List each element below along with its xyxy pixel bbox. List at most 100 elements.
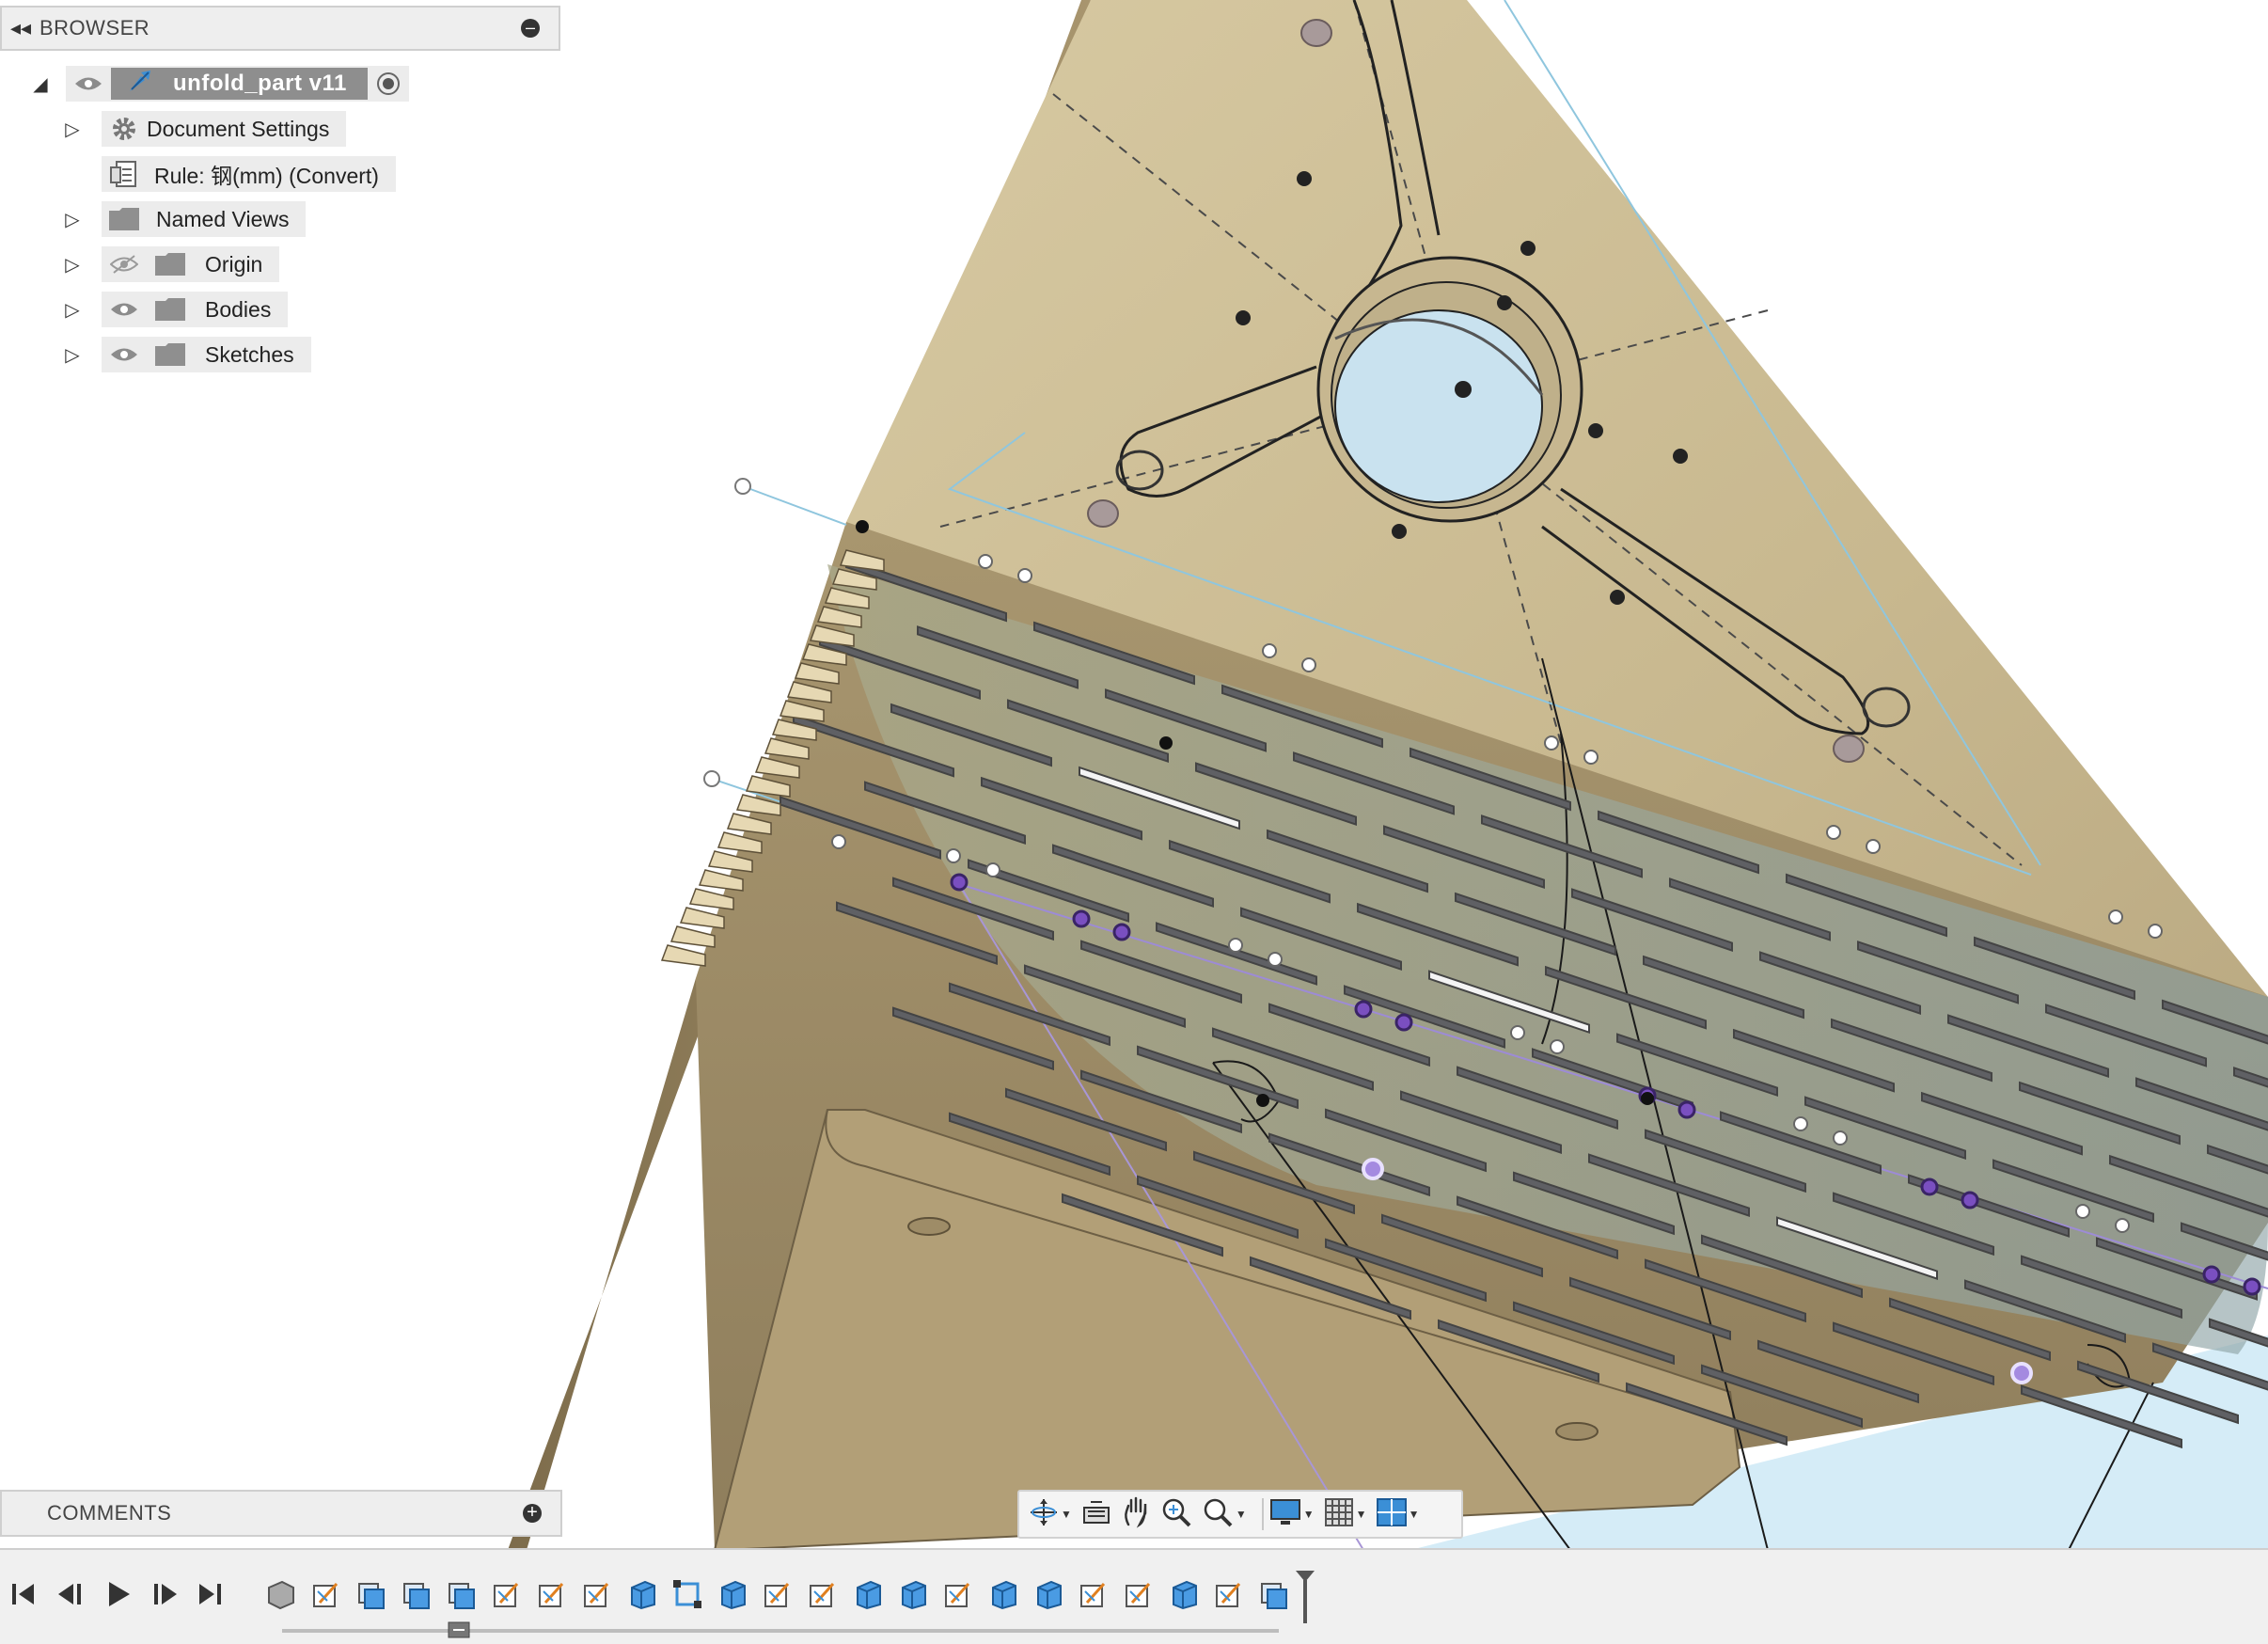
timeline-feature-sketch-icon[interactable] (1213, 1578, 1247, 1612)
go-to-end-icon[interactable] (197, 1580, 222, 1613)
sketch-point-constrained[interactable] (2202, 1265, 2221, 1284)
grid-settings-button[interactable]: ▼ (1324, 1495, 1367, 1533)
sketch-point[interactable] (1262, 643, 1277, 658)
sketch-point-fixed[interactable] (1641, 1092, 1654, 1105)
sketch-point-constrained[interactable] (1112, 923, 1131, 941)
sketch-point[interactable] (2148, 924, 2163, 939)
root-component-box[interactable]: unfold_part v11 (111, 68, 368, 100)
sketch-point[interactable] (1017, 568, 1032, 583)
tree-item-origin[interactable]: ▷ Origin (60, 246, 280, 282)
caret-right-icon[interactable]: ▷ (60, 343, 85, 367)
timeline-feature-sketch-icon[interactable] (1078, 1578, 1111, 1612)
tree-item-named-views[interactable]: ▷ Named Views (60, 201, 307, 237)
viewports-button[interactable]: ▼ (1376, 1495, 1419, 1533)
timeline-feature-rect-icon[interactable] (671, 1578, 705, 1612)
plus-circle-icon[interactable]: + (523, 1503, 542, 1523)
sketch-point[interactable] (1268, 952, 1283, 967)
timeline-feature-sketch-icon[interactable] (1123, 1578, 1157, 1612)
timeline-feature-sketch-icon[interactable] (581, 1578, 615, 1612)
look-at-button[interactable] (1081, 1495, 1111, 1533)
sketch-point[interactable] (1866, 839, 1881, 854)
sketch-point-constrained[interactable] (1920, 1178, 1939, 1196)
sketch-point[interactable] (1583, 750, 1599, 765)
timeline-feature-solid-icon[interactable] (1168, 1578, 1202, 1612)
sketch-point-fixed[interactable] (1256, 1094, 1269, 1107)
tree-item-bodies[interactable]: ▷ Bodies (60, 292, 289, 327)
sketch-point[interactable] (1301, 657, 1316, 672)
timeline-feature-sheet-icon[interactable] (401, 1578, 434, 1612)
sketch-point[interactable] (946, 848, 961, 863)
tree-item-document-settings[interactable]: ▷ Document Settings (60, 111, 347, 147)
eye-hidden-icon[interactable] (102, 254, 147, 275)
timeline-feature-sketch-icon[interactable] (942, 1578, 976, 1612)
timeline-feature-sketch-icon[interactable] (310, 1578, 344, 1612)
timeline-feature-solid-icon[interactable] (717, 1578, 750, 1612)
sketch-point-constrained[interactable] (2243, 1277, 2261, 1296)
timeline-feature-solid-icon[interactable] (626, 1578, 660, 1612)
timeline-feature-sheet-icon[interactable] (1258, 1578, 1292, 1612)
sketch-point-selected[interactable] (1362, 1158, 1384, 1180)
browser-header[interactable]: ◂◂ BROWSER – (0, 6, 560, 51)
sketch-point-constrained[interactable] (1072, 909, 1091, 928)
sketch-point[interactable] (2075, 1204, 2090, 1219)
timeline-feature-sketch-icon[interactable] (491, 1578, 525, 1612)
sketch-point[interactable] (831, 834, 846, 849)
sketch-point-fixed[interactable] (1159, 736, 1173, 750)
tree-root-row[interactable]: ◢ unfold_part v11 (28, 66, 409, 102)
caret-down-icon[interactable]: ◢ (28, 72, 53, 96)
sketch-point[interactable] (2115, 1218, 2130, 1233)
double-chevron-left-icon[interactable]: ◂◂ (2, 16, 39, 40)
pan-button[interactable] (1121, 1495, 1151, 1533)
sketch-point[interactable] (1550, 1039, 1565, 1054)
comments-panel[interactable]: COMMENTS + (0, 1490, 562, 1537)
timeline-feature-solid-icon[interactable] (1032, 1578, 1066, 1612)
sketch-point[interactable] (1793, 1116, 1808, 1131)
zoom-window-button[interactable]: ▼ (1202, 1495, 1247, 1533)
timeline-feature-sketch-icon[interactable] (762, 1578, 795, 1612)
eye-icon[interactable] (102, 301, 147, 318)
eye-icon[interactable] (102, 346, 147, 363)
zoom-icon (1160, 1496, 1192, 1533)
display-settings-button[interactable]: ▼ (1269, 1495, 1315, 1533)
sketch-point-constrained[interactable] (1677, 1100, 1696, 1119)
sketch-point[interactable] (1826, 825, 1841, 840)
play-icon[interactable] (105, 1580, 132, 1613)
caret-right-icon[interactable]: ▷ (60, 298, 85, 322)
orbit-button[interactable]: ▼ (1029, 1495, 1072, 1533)
sketch-point[interactable] (2108, 909, 2123, 925)
minus-circle-icon[interactable]: – (521, 19, 540, 38)
timeline-marker-icon[interactable] (1294, 1569, 1316, 1630)
sketch-point-fixed[interactable] (856, 520, 869, 533)
caret-right-icon[interactable]: ▷ (60, 253, 85, 277)
sketch-point-selected[interactable] (2010, 1362, 2033, 1384)
timeline-feature-sketch-icon[interactable] (536, 1578, 570, 1612)
caret-right-icon[interactable]: ▷ (60, 118, 85, 141)
sketch-point-constrained[interactable] (1961, 1191, 1979, 1209)
sketch-point[interactable] (985, 862, 1000, 877)
timeline-feature-solid-icon[interactable] (987, 1578, 1021, 1612)
tree-item-sketches[interactable]: ▷ Sketches (60, 337, 311, 372)
timeline-feature-solid-icon[interactable] (852, 1578, 886, 1612)
sketch-point-constrained[interactable] (950, 873, 969, 892)
sketch-point-constrained[interactable] (1354, 1000, 1373, 1019)
sketch-point[interactable] (1833, 1130, 1848, 1146)
timeline-scrubber[interactable] (448, 1621, 470, 1643)
go-to-start-icon[interactable] (11, 1580, 36, 1613)
active-component-radio[interactable] (376, 72, 400, 95)
zoom-button[interactable] (1160, 1495, 1192, 1533)
tree-item-rule[interactable]: Rule: 钢(mm) (Convert) (60, 156, 396, 192)
timeline-feature-sheet-icon[interactable] (446, 1578, 480, 1612)
sketch-point[interactable] (1510, 1025, 1525, 1040)
sketch-point-constrained[interactable] (1394, 1013, 1413, 1032)
caret-right-icon[interactable]: ▷ (60, 208, 85, 231)
timeline-feature-sketch-icon[interactable] (807, 1578, 841, 1612)
step-back-icon[interactable] (56, 1580, 85, 1613)
step-forward-icon[interactable] (150, 1580, 179, 1613)
timeline-feature-solid-icon[interactable] (897, 1578, 931, 1612)
sketch-point[interactable] (1228, 938, 1243, 953)
eye-icon[interactable] (66, 75, 111, 92)
timeline-feature-body-icon[interactable] (265, 1578, 299, 1612)
timeline-feature-sheet-icon[interactable] (355, 1578, 389, 1612)
sketch-point[interactable] (1544, 735, 1559, 751)
sketch-point[interactable] (978, 554, 993, 569)
